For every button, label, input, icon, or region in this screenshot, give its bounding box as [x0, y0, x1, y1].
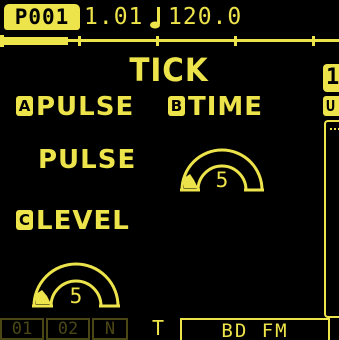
- machine-name[interactable]: BD FM: [180, 318, 330, 340]
- param-b-gauge-fill: [184, 174, 198, 188]
- knob-c-badge: C: [16, 210, 33, 230]
- param-c-value: 5: [69, 284, 83, 308]
- param-a-value: PULSE: [38, 145, 137, 175]
- param-c-gauge-fill: [36, 290, 51, 304]
- tempo-readout: 120.0: [168, 4, 243, 30]
- side-panel-frame: [324, 120, 339, 318]
- param-b-name: TIME: [188, 92, 264, 122]
- param-a-name: PULSE: [36, 92, 135, 122]
- param-c-label[interactable]: C LEVEL: [16, 205, 130, 237]
- param-b-value: 5: [215, 168, 229, 192]
- track-tab-n[interactable]: N: [92, 318, 128, 340]
- side-unit-badge: U: [323, 96, 339, 116]
- track-tab-01[interactable]: 01: [0, 318, 44, 340]
- track-mode: T: [151, 316, 165, 340]
- knob-b-badge: B: [168, 96, 185, 116]
- param-b-label[interactable]: B TIME: [168, 91, 263, 123]
- knob-a-badge: A: [16, 96, 33, 116]
- side-page-number[interactable]: 1: [323, 64, 339, 92]
- timeline-bar: [0, 35, 339, 47]
- dotted-marker-icon: [330, 128, 339, 130]
- page-title: TICK: [129, 51, 209, 89]
- note-icon: [150, 7, 160, 29]
- pattern-badge[interactable]: P001: [4, 4, 80, 30]
- position-readout: 1.01: [84, 4, 144, 30]
- param-a-label[interactable]: A PULSE: [16, 91, 134, 123]
- device-screen: P001 1.01 120.0 TICK A PULSE PULSE B TIME …: [0, 0, 339, 340]
- track-tab-02[interactable]: 02: [46, 318, 90, 340]
- param-c-name: LEVEL: [36, 206, 130, 236]
